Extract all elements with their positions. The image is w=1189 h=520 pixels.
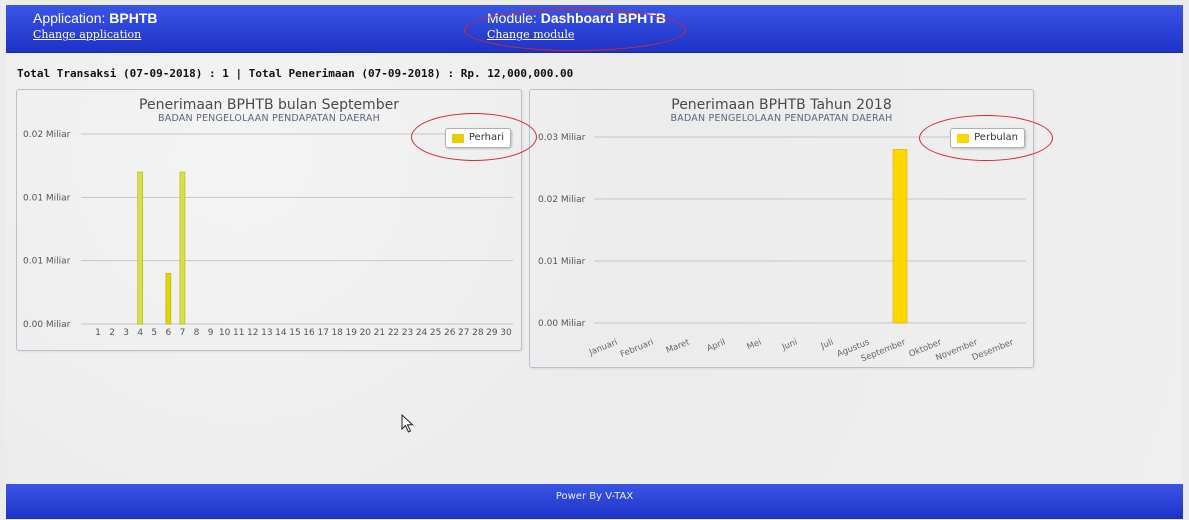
- x-tick-label: 15: [289, 328, 300, 338]
- x-tick-label: 23: [402, 328, 413, 338]
- x-tick-label: 6: [165, 328, 171, 338]
- module-block: Module: Dashboard BPHTB Change module: [487, 10, 666, 42]
- application-prefix: Application:: [33, 10, 110, 26]
- x-tick-label: 14: [275, 328, 287, 338]
- change-application-link[interactable]: Change application: [33, 27, 158, 42]
- x-tick-label: 30: [500, 328, 512, 338]
- daily-chart-legend[interactable]: Perhari: [444, 128, 511, 148]
- x-tick-label: 19: [346, 328, 358, 338]
- y-tick-label: 0.01 Miliar: [23, 257, 71, 267]
- x-tick-label: Februari: [619, 338, 655, 360]
- bar[interactable]: [165, 273, 172, 325]
- x-tick-label: 13: [261, 328, 272, 338]
- y-tick-label: 0.00 Miliar: [538, 319, 586, 329]
- footer-bar: Power By V-TAX: [6, 484, 1183, 519]
- application-block: Application: BPHTB Change application: [33, 10, 158, 42]
- x-tick-label: 2: [109, 328, 115, 338]
- y-tick-label: 0.02 Miliar: [538, 195, 586, 205]
- monthly-chart-legend[interactable]: Perbulan: [950, 128, 1025, 148]
- y-tick-label: 0.03 Miliar: [538, 133, 586, 143]
- x-tick-label: 1: [95, 328, 101, 338]
- top-header-bar: Application: BPHTB Change application Mo…: [6, 5, 1183, 53]
- application-name: BPHTB: [109, 10, 158, 26]
- x-tick-label: 9: [208, 328, 214, 338]
- application-title: Application: BPHTB: [33, 10, 158, 27]
- x-tick-label: 17: [317, 328, 328, 338]
- legend-swatch-icon: [451, 133, 464, 143]
- legend-label-perhari: Perhari: [468, 132, 504, 143]
- transaction-summary: Total Transaksi (07-09-2018) : 1 | Total…: [17, 67, 574, 80]
- y-tick-label: 0.01 Miliar: [23, 193, 71, 203]
- bar[interactable]: [137, 171, 144, 325]
- module-title: Module: Dashboard BPHTB: [487, 10, 666, 27]
- x-tick-label: 11: [233, 328, 244, 338]
- y-tick-label: 0.02 Miliar: [23, 130, 71, 140]
- x-tick-label: 10: [219, 328, 231, 338]
- x-tick-label: 5: [151, 328, 157, 338]
- x-tick-label: 4: [137, 328, 143, 338]
- change-module-link[interactable]: Change module: [487, 27, 666, 42]
- bar[interactable]: [179, 171, 186, 325]
- module-name: Dashboard BPHTB: [540, 10, 666, 26]
- page: Application: BPHTB Change application Mo…: [6, 5, 1183, 519]
- x-tick-label: 20: [360, 328, 372, 338]
- x-tick-label: 16: [303, 328, 315, 338]
- x-tick-label: 28: [472, 328, 484, 338]
- legend-label-perbulan: Perbulan: [974, 132, 1018, 143]
- daily-chart-panel: Penerimaan BPHTB bulan September BADAN P…: [16, 89, 522, 351]
- x-tick-label: 7: [180, 328, 186, 338]
- y-tick-label: 0.01 Miliar: [538, 257, 586, 267]
- bar[interactable]: [892, 149, 908, 324]
- x-tick-label: 22: [388, 328, 399, 338]
- legend-swatch-icon: [957, 133, 970, 143]
- x-tick-label: Maret: [665, 337, 692, 356]
- x-tick-label: 26: [444, 328, 456, 338]
- x-tick-label: Desember: [971, 337, 1016, 363]
- x-tick-label: 12: [247, 328, 258, 338]
- x-tick-label: Juli: [819, 338, 835, 352]
- monthly-chart-panel: Penerimaan BPHTB Tahun 2018 BADAN PENGEL…: [529, 89, 1034, 368]
- module-prefix: Module:: [487, 10, 541, 26]
- x-tick-label: 21: [374, 328, 385, 338]
- x-tick-label: Mei: [746, 338, 764, 353]
- x-tick-label: 29: [486, 328, 498, 338]
- x-tick-label: 18: [331, 328, 343, 338]
- x-tick-label: April: [705, 338, 727, 355]
- x-tick-label: 27: [458, 328, 469, 338]
- x-tick-label: 8: [194, 328, 200, 338]
- x-tick-label: 24: [416, 328, 428, 338]
- x-tick-label: 3: [123, 328, 129, 338]
- x-tick-label: Januari: [587, 338, 619, 359]
- x-tick-label: Juni: [780, 338, 799, 354]
- y-tick-label: 0.00 Miliar: [23, 320, 71, 330]
- x-tick-label: 25: [430, 328, 441, 338]
- mouse-cursor-icon: [401, 414, 414, 433]
